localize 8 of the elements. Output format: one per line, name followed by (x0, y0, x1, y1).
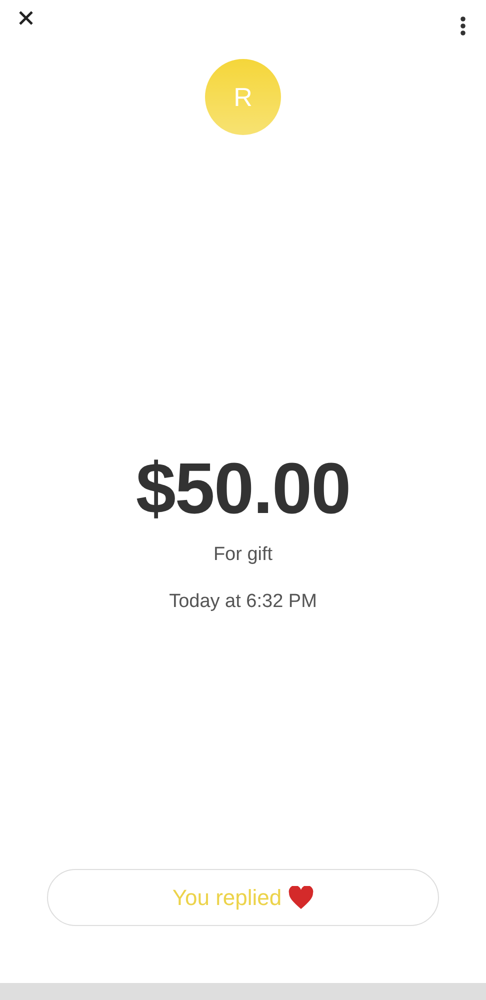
close-icon[interactable] (18, 10, 34, 26)
amount: $50.00 (136, 453, 350, 525)
reply-button[interactable]: You replied (47, 869, 439, 926)
payment-note: For gift (213, 543, 273, 567)
payment-time: Today at 6:32 PM (169, 590, 317, 614)
menu-icon[interactable] (460, 16, 466, 36)
avatar: R (205, 59, 281, 135)
heart-icon (288, 886, 314, 910)
